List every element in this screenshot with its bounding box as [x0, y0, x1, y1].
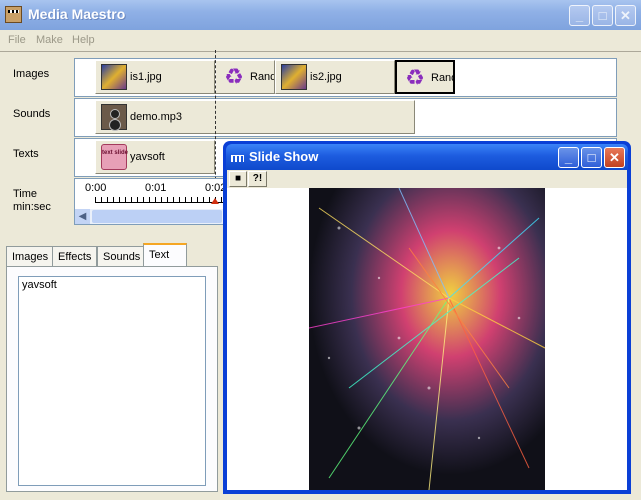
- timeline-scrollbar[interactable]: ◀: [75, 209, 223, 224]
- tab-text[interactable]: Text: [143, 243, 187, 267]
- image-clip-is2[interactable]: is2.jpg: [275, 60, 395, 94]
- text-clip-yavsoft[interactable]: text slide yavsoft: [95, 140, 215, 174]
- random-icon: ♻: [224, 64, 244, 89]
- image-clip-random-selected[interactable]: ♻ Rand: [395, 60, 455, 94]
- help-button[interactable]: ?!: [248, 171, 267, 187]
- clip-label: demo.mp3: [130, 111, 182, 123]
- tab-effects[interactable]: Effects: [52, 246, 98, 266]
- clip-label: Rand: [431, 72, 455, 84]
- slideshow-image: [309, 188, 545, 490]
- clip-label: is2.jpg: [310, 71, 342, 83]
- image-clip-random[interactable]: ♻ Rand: [215, 60, 275, 94]
- app-icon: [5, 6, 22, 23]
- picture-icon: [101, 64, 127, 90]
- tab-sounds[interactable]: Sounds: [97, 246, 147, 266]
- slideshow-toolbar: [227, 170, 627, 188]
- time-unit-label: min:sec: [13, 201, 51, 213]
- playhead-marker-icon[interactable]: [211, 198, 219, 204]
- text-input[interactable]: yavsoft: [18, 276, 206, 486]
- slideshow-title: Slide Show: [249, 149, 319, 164]
- menu-make[interactable]: Make: [36, 30, 63, 50]
- ruler-baseline: [95, 202, 225, 203]
- text-slide-icon: text slide: [101, 144, 128, 170]
- scroll-left-icon[interactable]: ◀: [75, 209, 90, 224]
- window-title: Media Maestro: [28, 6, 126, 22]
- scrollbar-thumb[interactable]: [92, 210, 222, 223]
- time-row-label: Time: [13, 188, 38, 200]
- tick-label: 0:00: [85, 182, 107, 194]
- sound-clip-demo[interactable]: demo.mp3: [95, 100, 415, 134]
- slideshow-app-icon: [231, 155, 244, 162]
- speaker-icon: [101, 104, 127, 131]
- picture-icon: [281, 64, 307, 90]
- divider: [0, 51, 641, 52]
- images-row-label: Images: [13, 68, 50, 80]
- menu-help[interactable]: Help: [72, 30, 95, 50]
- text-tab-panel: yavsoft: [6, 266, 218, 492]
- clip-label: Rand: [250, 71, 275, 83]
- menu-file[interactable]: File: [8, 30, 26, 50]
- slideshow-maximize-button[interactable]: □: [581, 147, 602, 168]
- clip-label: is1.jpg: [130, 71, 162, 83]
- sounds-row-label: Sounds: [13, 108, 51, 120]
- texts-row-label: Texts: [13, 148, 39, 160]
- maximize-button[interactable]: □: [592, 5, 613, 26]
- stop-button[interactable]: ■: [229, 171, 247, 187]
- tab-images[interactable]: Images: [6, 246, 55, 266]
- slideshow-close-button[interactable]: ✕: [604, 147, 625, 168]
- time-ruler[interactable]: 0:00 0:01 0:02 ◀: [74, 178, 226, 225]
- image-clip-is1[interactable]: is1.jpg: [95, 60, 215, 94]
- random-icon: ♻: [405, 65, 425, 90]
- menu-bar: [0, 30, 641, 50]
- clip-label: yavsoft: [130, 151, 165, 163]
- slideshow-minimize-button[interactable]: _: [558, 147, 579, 168]
- minimize-button[interactable]: _: [569, 5, 590, 26]
- tick-label: 0:01: [145, 182, 167, 194]
- close-button[interactable]: ✕: [615, 5, 636, 26]
